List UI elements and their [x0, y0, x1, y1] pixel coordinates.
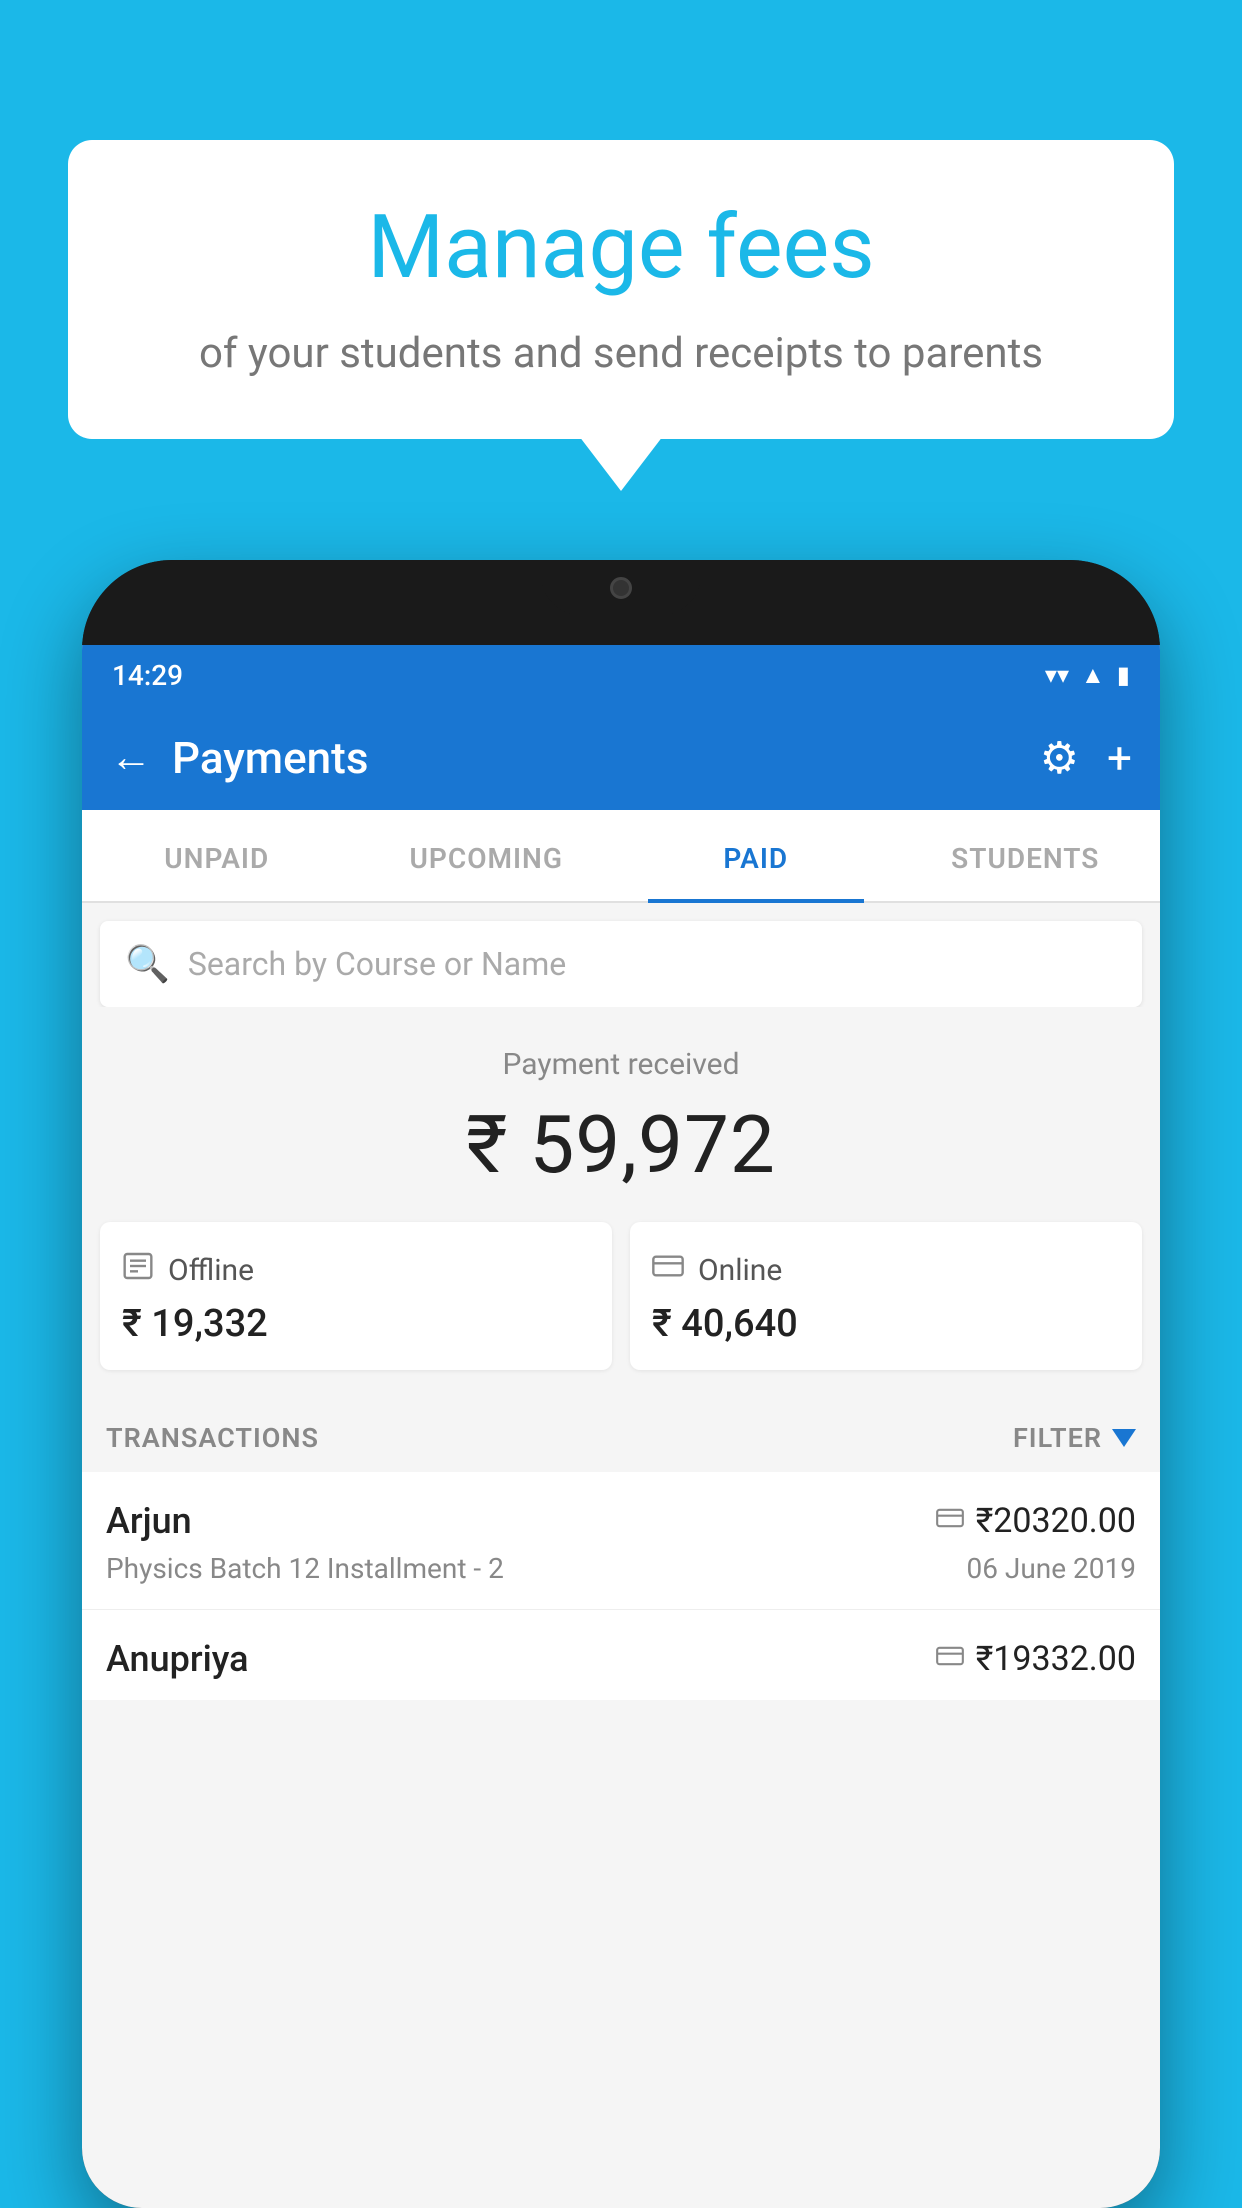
- speech-bubble-container: Manage fees of your students and send re…: [68, 140, 1174, 439]
- transaction-name: Arjun: [106, 1500, 192, 1542]
- transaction-course: Physics Batch 12 Installment - 2: [106, 1552, 504, 1585]
- notch: [541, 560, 701, 615]
- back-button[interactable]: ←: [110, 733, 152, 782]
- speech-bubble: Manage fees of your students and send re…: [68, 140, 1174, 439]
- add-button[interactable]: +: [1107, 732, 1132, 784]
- online-card-header: Online: [652, 1250, 1120, 1290]
- transaction-amount-wrap: ₹20320.00: [936, 1501, 1136, 1541]
- app-bar-title: Payments: [172, 732, 368, 784]
- search-bar[interactable]: 🔍 Search by Course or Name: [100, 921, 1142, 1007]
- tab-students[interactable]: STUDENTS: [891, 810, 1161, 901]
- filter-label: FILTER: [1013, 1422, 1102, 1454]
- transaction-bottom: Physics Batch 12 Installment - 2 06 June…: [106, 1552, 1136, 1585]
- search-icon: 🔍: [125, 943, 170, 985]
- status-time: 14:29: [112, 659, 183, 692]
- offline-card-header: Offline: [122, 1250, 590, 1290]
- search-placeholder: Search by Course or Name: [188, 945, 566, 983]
- offline-amount: ₹ 19,332: [122, 1302, 590, 1346]
- partial-amount-wrap: ₹19332.00: [936, 1639, 1136, 1679]
- status-bar: 14:29 ▾▾ ▲ ▮: [82, 645, 1160, 705]
- online-amount: ₹ 40,640: [652, 1302, 1120, 1346]
- status-icons: ▾▾ ▲ ▮: [1045, 661, 1130, 690]
- filter-triangle-icon: [1112, 1429, 1136, 1447]
- transaction-card-icon: [936, 1506, 964, 1536]
- partial-card-icon: [936, 1644, 964, 1674]
- offline-icon: [122, 1250, 154, 1290]
- app-bar: ← Payments ⚙ +: [82, 705, 1160, 810]
- app-bar-left: ← Payments: [110, 732, 368, 784]
- transactions-header: TRANSACTIONS FILTER: [82, 1400, 1160, 1472]
- transaction-row-partial[interactable]: Anupriya ₹19332.00: [82, 1610, 1160, 1700]
- payment-received-label: Payment received: [102, 1047, 1140, 1082]
- tab-unpaid[interactable]: UNPAID: [82, 810, 352, 901]
- settings-icon[interactable]: ⚙: [1040, 732, 1079, 784]
- screen-content: 🔍 Search by Course or Name Payment recei…: [82, 921, 1160, 1700]
- payment-cards: Offline ₹ 19,332 Online: [82, 1222, 1160, 1400]
- bubble-subtitle: of your students and send receipts to pa…: [118, 325, 1124, 384]
- transaction-amount: ₹20320.00: [976, 1501, 1136, 1541]
- partial-transaction-name: Anupriya: [106, 1638, 249, 1680]
- bubble-title: Manage fees: [118, 200, 1124, 297]
- transaction-top: Arjun ₹20320.00: [106, 1500, 1136, 1542]
- payment-total-amount: ₹ 59,972: [102, 1098, 1140, 1192]
- transactions-label: TRANSACTIONS: [106, 1422, 319, 1454]
- transaction-row[interactable]: Arjun ₹20320.00 Physics Batch 12 Install…: [82, 1472, 1160, 1610]
- tab-paid[interactable]: PAID: [621, 810, 891, 901]
- phone-screen: 14:29 ▾▾ ▲ ▮ ← Payments ⚙ + UNPAID: [82, 645, 1160, 2208]
- phone-frame: 14:29 ▾▾ ▲ ▮ ← Payments ⚙ + UNPAID: [82, 560, 1160, 2208]
- tabs-bar: UNPAID UPCOMING PAID STUDENTS: [82, 810, 1160, 903]
- app-bar-right: ⚙ +: [1040, 732, 1132, 784]
- transaction-date: 06 June 2019: [966, 1552, 1136, 1585]
- payment-received-section: Payment received ₹ 59,972: [82, 1007, 1160, 1222]
- online-card: Online ₹ 40,640: [630, 1222, 1142, 1370]
- offline-card: Offline ₹ 19,332: [100, 1222, 612, 1370]
- phone-top-bezel: [82, 560, 1160, 645]
- signal-icon: ▲: [1081, 661, 1105, 690]
- battery-icon: ▮: [1117, 661, 1130, 689]
- online-icon: [652, 1250, 684, 1290]
- offline-label: Offline: [168, 1253, 254, 1288]
- wifi-icon: ▾▾: [1045, 661, 1069, 689]
- camera: [610, 577, 632, 599]
- tab-upcoming[interactable]: UPCOMING: [352, 810, 622, 901]
- filter-button[interactable]: FILTER: [1013, 1422, 1136, 1454]
- partial-transaction-amount: ₹19332.00: [976, 1639, 1136, 1679]
- online-label: Online: [698, 1253, 782, 1288]
